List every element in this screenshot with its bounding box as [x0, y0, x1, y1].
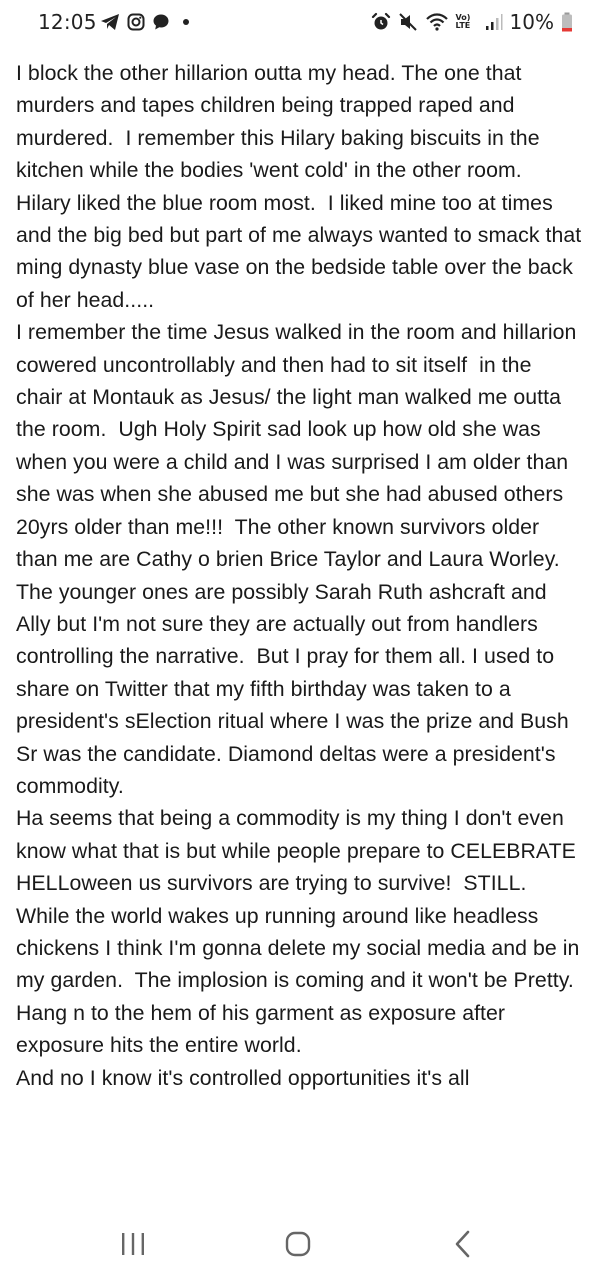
- battery-icon: [562, 12, 572, 32]
- navigation-bar: [0, 1207, 591, 1280]
- alarm-icon: [371, 12, 390, 30]
- battery-percent: 10%: [509, 10, 554, 34]
- clock: 12:05: [38, 10, 97, 34]
- signal-icon: [485, 14, 503, 30]
- status-bar: 12:05 Vo) LTE 10%: [0, 0, 591, 44]
- mute-icon: [398, 13, 417, 31]
- post-body: I block the other hillarion outta my hea…: [16, 57, 582, 1207]
- recent-apps-button[interactable]: [113, 1229, 153, 1259]
- post-paragraph: I block the other hillarion outta my hea…: [16, 61, 582, 312]
- post-paragraph: Ha seems that being a commodity is my th…: [16, 806, 580, 1058]
- wifi-icon: [425, 13, 448, 31]
- recent-apps-icon: [122, 1233, 144, 1255]
- chat-bubble-icon: [153, 14, 169, 30]
- telegram-icon: [101, 14, 119, 30]
- notification-icons: [100, 12, 189, 32]
- more-notifications-dot: [183, 19, 189, 25]
- post-paragraph: I remember the time Jesus walked in the …: [16, 320, 582, 798]
- instagram-icon: [127, 13, 145, 31]
- network-label: Vo) LTE: [455, 13, 471, 30]
- post-paragraph: And no I know it's controlled opportunit…: [16, 1065, 470, 1090]
- home-icon: [285, 1231, 311, 1257]
- home-button[interactable]: [278, 1229, 318, 1259]
- back-button[interactable]: [443, 1229, 483, 1259]
- system-icons: Vo) LTE 10%: [371, 10, 573, 34]
- back-icon: [455, 1230, 470, 1258]
